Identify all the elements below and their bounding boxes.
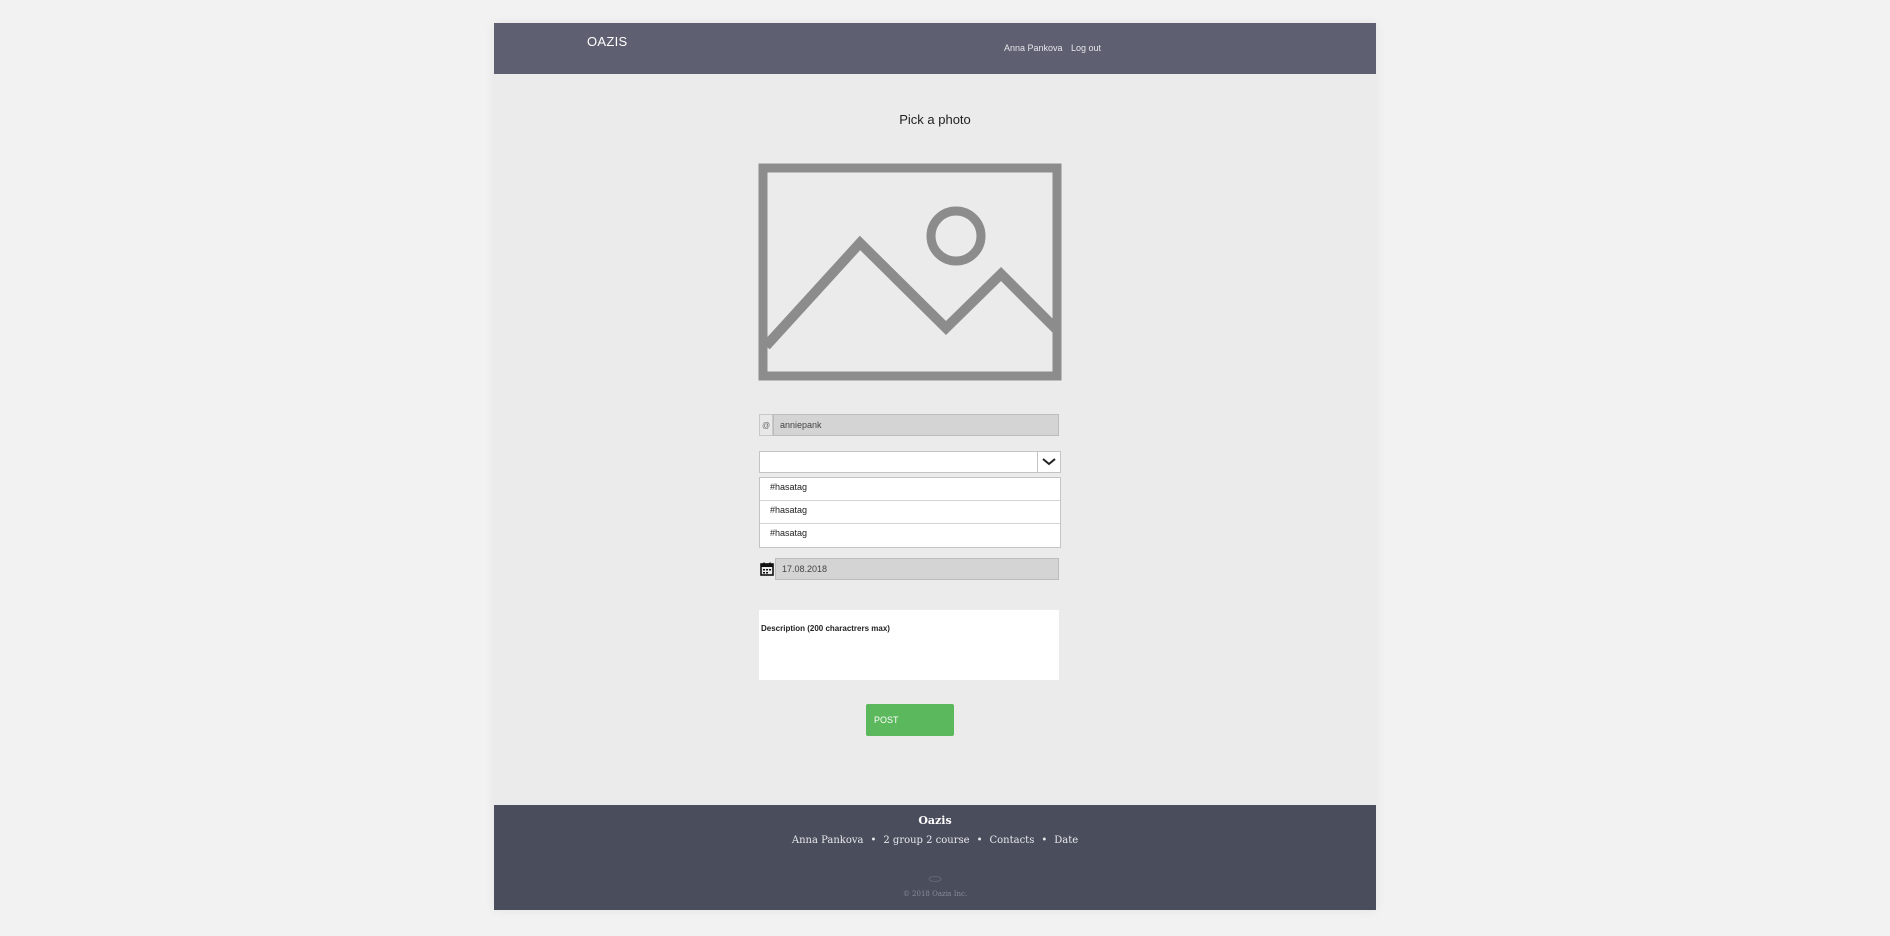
footer-separator: • [1041, 835, 1048, 846]
footer-title: Oazis [918, 814, 952, 827]
footer-link-author[interactable]: Anna Pankova [792, 835, 864, 846]
date-field: 17.08.2018 [759, 558, 1059, 580]
date-input[interactable]: 17.08.2018 [775, 558, 1059, 580]
description-textarea[interactable]: Description (200 charactrers max) [759, 610, 1059, 680]
footer-separator: • [976, 835, 983, 846]
footer-copyright: © 2018 Oazis Inc. [902, 890, 968, 898]
nav-user-link[interactable]: Anna Pankova [1004, 43, 1063, 53]
footer-logo-icon [494, 875, 1376, 885]
username-input[interactable]: anniepank [773, 414, 1059, 436]
calendar-icon[interactable] [759, 558, 775, 580]
page-title: Pick a photo [899, 112, 971, 127]
footer-separator: • [870, 835, 877, 846]
chevron-down-icon[interactable] [1037, 452, 1060, 472]
footer-links: Anna Pankova • 2 group 2 course • Contacts • D… [494, 835, 1376, 846]
footer-link-group[interactable]: 2 group 2 course [883, 835, 969, 846]
hashtag-item[interactable]: #hasatag [760, 501, 1060, 524]
at-prefix: @ [759, 414, 773, 436]
nav-logout-link[interactable]: Log out [1071, 43, 1101, 53]
brand-logo[interactable]: OAZIS [587, 34, 628, 49]
post-button[interactable]: POST [866, 704, 954, 736]
description-label: Description (200 charactrers max) [761, 624, 890, 633]
image-placeholder-icon[interactable] [758, 163, 1062, 381]
username-field: @ anniepank [759, 414, 1059, 436]
hashtag-item[interactable]: #hasatag [760, 524, 1060, 547]
footer-link-date[interactable]: Date [1054, 835, 1078, 846]
hashtag-item[interactable]: #hasatag [760, 478, 1060, 501]
footer: Oazis Anna Pankova • 2 group 2 course • Cont… [494, 805, 1376, 910]
hashtag-list: #hasatag #hasatag #hasatag [759, 477, 1061, 548]
hashtag-select[interactable] [759, 451, 1061, 473]
header: OAZIS Anna Pankova Log out [494, 23, 1376, 74]
footer-link-contacts[interactable]: Contacts [989, 835, 1034, 846]
page-container: OAZIS Anna Pankova Log out Pick a photo … [494, 23, 1376, 910]
